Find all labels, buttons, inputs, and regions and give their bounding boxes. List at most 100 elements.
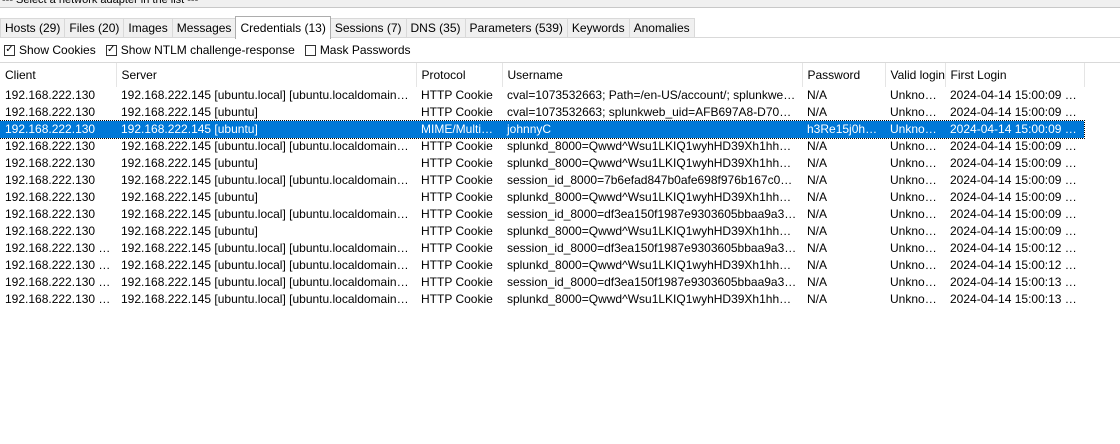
cell-username: splunkd_8000=Qwwd^Wsu1LKIQ1wyhHD39Xh1hhV… <box>507 190 802 204</box>
table-row[interactable]: 192.168.222.130 [kali] 192.168.222.145 [u… <box>0 291 1084 308</box>
option-show-cookies[interactable]: ✓ Show Cookies <box>4 42 96 58</box>
column-header-valid-login[interactable]: Valid login <box>885 63 946 87</box>
cell-protocol: HTTP Cookie <box>421 224 493 238</box>
cell-client: 192.168.222.130 <box>5 224 96 238</box>
cell-client: 192.168.222.130 <box>5 88 96 102</box>
cell-protocol: HTTP Cookie <box>421 292 493 306</box>
cell-valid-login: Unknown <box>890 190 941 204</box>
cell-client: 192.168.222.130 [kali] <box>5 275 116 289</box>
cell-first-login: 2024-04-14 15:00:12 UTC <box>950 258 1084 272</box>
cell-protocol: HTTP Cookie <box>421 275 493 289</box>
column-header-server[interactable]: Server <box>116 63 417 87</box>
network-adapter-select[interactable]: --- Select a network adapter in the list… <box>0 0 1120 8</box>
cell-username: session_id_8000=df3ea150f1987e9303605bba… <box>507 207 802 221</box>
cell-client: 192.168.222.130 <box>0 121 116 138</box>
tab-sessions[interactable]: Sessions (7) <box>329 18 407 38</box>
cell-first-login: 2024-04-14 15:00:13 UTC <box>950 275 1084 289</box>
table-row[interactable]: 192.168.222.130 192.168.222.145 [ubuntu] H… <box>0 223 1084 240</box>
cell-password: N/A <box>807 241 828 255</box>
cell-server: 192.168.222.145 [ubuntu] <box>116 121 416 138</box>
tab-files[interactable]: Files (20) <box>64 18 125 38</box>
table-row[interactable]: 192.168.222.130 192.168.222.145 [ubuntu.l… <box>0 172 1084 189</box>
table-row[interactable]: 192.168.222.130 192.168.222.145 [ubuntu.l… <box>0 206 1084 223</box>
credential-options: ✓ Show Cookies ✓ Show NTLM challenge-respon… <box>4 42 421 58</box>
table-row[interactable]: 192.168.222.130 [kali] 192.168.222.145 [u… <box>0 257 1084 274</box>
cell-password: N/A <box>807 173 828 187</box>
tab-keywords[interactable]: Keywords <box>566 18 630 38</box>
option-show-ntlm-challenge-response[interactable]: ✓ Show NTLM challenge-response <box>105 42 295 58</box>
cell-server: 192.168.222.145 [ubuntu] <box>121 156 258 170</box>
cell-valid-login: Unknown <box>890 241 941 255</box>
cell-username: session_id_8000=df3ea150f1987e9303605bba… <box>507 275 802 289</box>
credentials-table: Client Server Protocol Username Password Vali… <box>0 63 1085 308</box>
cell-client: 192.168.222.130 [kali] <box>5 241 116 255</box>
table-row[interactable]: 192.168.222.130 192.168.222.145 [ubuntu.l… <box>0 138 1084 155</box>
cell-server: 192.168.222.145 [ubuntu.local] [ubuntu.l… <box>121 88 416 102</box>
tab-messages[interactable]: Messages <box>171 18 237 38</box>
column-header-client[interactable]: Client <box>0 63 117 87</box>
tab-credentials[interactable]: Credentials (13) <box>235 16 331 39</box>
cell-protocol: HTTP Cookie <box>421 156 493 170</box>
cell-valid-login: Unknown <box>890 292 941 306</box>
cell-valid-login: Unknown <box>890 275 941 289</box>
table-row[interactable]: 192.168.222.130 [kali] 192.168.222.145 [u… <box>0 240 1084 257</box>
cell-protocol: HTTP Cookie <box>421 88 493 102</box>
tab-strip: Hosts (29) Files (20) Images Messages Creden… <box>0 16 695 39</box>
checkbox[interactable]: ✓ <box>105 44 117 56</box>
cell-password: N/A <box>807 292 828 306</box>
cell-protocol: HTTP Cookie <box>421 190 493 204</box>
cell-protocol: MIME/MultiPart <box>416 121 502 138</box>
cell-first-login: 2024-04-14 15:00:09 UTC <box>945 121 1084 138</box>
cell-username: johnnyC <box>502 121 802 138</box>
tab-hosts[interactable]: Hosts (29) <box>0 18 66 38</box>
credentials-grid: Client Server Protocol Username Password Vali… <box>0 62 1120 444</box>
cell-client: 192.168.222.130 <box>5 173 96 187</box>
cell-client: 192.168.222.130 [kali] <box>5 258 116 272</box>
table-row[interactable]: 192.168.222.130 192.168.222.145 [ubuntu] H… <box>0 104 1084 121</box>
cell-username: session_id_8000=df3ea150f1987e9303605bba… <box>507 241 802 255</box>
cell-client: 192.168.222.130 <box>5 156 96 170</box>
cell-password: N/A <box>807 88 828 102</box>
cell-username: cval=1073532663; splunkweb_uid=AFB697A8-… <box>507 105 802 119</box>
cell-first-login: 2024-04-14 15:00:09 UTC <box>950 139 1084 153</box>
cell-client: 192.168.222.130 <box>5 207 96 221</box>
table-row[interactable]: 192.168.222.130 192.168.222.145 [ubuntu.l… <box>0 87 1084 104</box>
tab-anomalies[interactable]: Anomalies <box>628 18 695 38</box>
option-label: Mask Passwords <box>319 43 411 57</box>
tab-parameters[interactable]: Parameters (539) <box>464 18 568 38</box>
table-row[interactable]: 192.168.222.130 192.168.222.145 [ubuntu] H… <box>0 189 1084 206</box>
tab-images[interactable]: Images <box>123 18 173 38</box>
cell-password: N/A <box>807 105 828 119</box>
checkbox[interactable] <box>304 44 316 56</box>
option-mask-passwords[interactable]: Mask Passwords <box>304 42 411 58</box>
tab-dns[interactable]: DNS (35) <box>405 18 466 38</box>
cell-protocol: HTTP Cookie <box>421 258 493 272</box>
cell-client: 192.168.222.130 <box>5 190 96 204</box>
cell-first-login: 2024-04-14 15:00:09 UTC <box>950 207 1084 221</box>
cell-username: splunkd_8000=Qwwd^Wsu1LKIQ1wyhHD39Xh1hhV… <box>507 139 802 153</box>
table-row[interactable]: 192.168.222.130 192.168.222.145 [ubuntu] H… <box>0 155 1084 172</box>
cell-server: 192.168.222.145 [ubuntu.local] [ubuntu.l… <box>121 241 416 255</box>
cell-server: 192.168.222.145 [ubuntu] <box>121 224 258 238</box>
cell-first-login: 2024-04-14 15:00:09 UTC <box>950 156 1084 170</box>
cell-valid-login: Unknown <box>890 139 941 153</box>
table-row[interactable]: 192.168.222.130 [kali] 192.168.222.145 [u… <box>0 274 1084 291</box>
cell-first-login: 2024-04-14 15:00:09 UTC <box>950 190 1084 204</box>
checkbox[interactable]: ✓ <box>4 44 15 56</box>
cell-password: N/A <box>807 275 828 289</box>
cell-username: splunkd_8000=Qwwd^Wsu1LKIQ1wyhHD39Xh1hhV… <box>507 156 802 170</box>
column-header-username[interactable]: Username <box>502 63 803 87</box>
cell-server: 192.168.222.145 [ubuntu] <box>121 190 258 204</box>
cell-first-login: 2024-04-14 15:00:13 UTC <box>950 292 1084 306</box>
column-header-protocol[interactable]: Protocol <box>416 63 503 87</box>
table-row[interactable]: 192.168.222.130 192.168.222.145 [ubuntu] M… <box>0 120 1085 139</box>
column-header-password[interactable]: Password <box>802 63 886 87</box>
cell-password: N/A <box>807 139 828 153</box>
cell-server: 192.168.222.145 [ubuntu.local] [ubuntu.l… <box>121 258 416 272</box>
cell-valid-login: Unknown <box>890 88 941 102</box>
cell-password: h3Re15j0hnNy <box>802 121 885 138</box>
cell-client: 192.168.222.130 <box>5 105 96 119</box>
column-header-first-login[interactable]: First Login <box>945 63 1085 87</box>
cell-valid-login: Unknown <box>890 207 941 221</box>
table-header-row: Client Server Protocol Username Password Vali… <box>0 63 1085 87</box>
